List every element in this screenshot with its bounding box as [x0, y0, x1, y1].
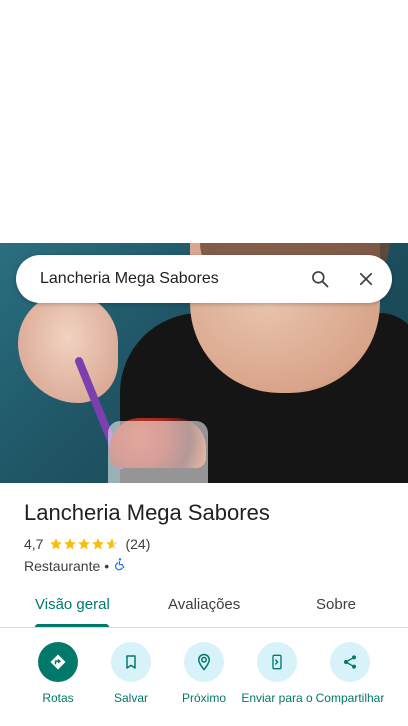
tab-overview[interactable]: Visão geral [35, 596, 110, 613]
tab-reviews[interactable]: Avaliações [168, 596, 240, 613]
star-rating [49, 537, 119, 551]
save-button[interactable]: Salvar [91, 642, 171, 705]
category-label: Restaurante [24, 557, 101, 574]
search-bar[interactable]: Lancheria Mega Sabores [16, 255, 392, 303]
star-icon [92, 538, 105, 550]
directions-icon [38, 642, 78, 682]
search-input[interactable]: Lancheria Mega Sabores [40, 270, 300, 288]
send-to-phone-icon [257, 642, 297, 682]
directions-label: Rotas [42, 691, 74, 705]
directions-button[interactable]: Rotas [18, 642, 98, 705]
nearby-icon [184, 642, 224, 682]
tab-bar: Visão geral Avaliações Sobre [0, 588, 408, 628]
review-count[interactable]: (24) [125, 536, 150, 552]
share-icon [330, 642, 370, 682]
close-icon[interactable] [346, 259, 386, 299]
star-icon [78, 538, 91, 550]
share-button[interactable]: Compartilhar [310, 642, 390, 705]
photo-cup [108, 421, 208, 483]
nearby-label: Próximo [181, 691, 226, 705]
rating-value: 4,7 [24, 536, 44, 552]
photo-hand [18, 293, 118, 403]
nearby-button[interactable]: Próximo [164, 642, 244, 705]
share-label: Compartilhar [315, 691, 385, 705]
send-to-phone-label: Enviar para o [241, 691, 313, 705]
category-row: Restaurante • [24, 557, 127, 574]
tab-indicator [35, 624, 109, 627]
star-icon [64, 538, 77, 550]
tab-about[interactable]: Sobre [316, 596, 356, 613]
wheelchair-icon [113, 557, 127, 574]
save-label: Salvar [113, 691, 148, 705]
search-icon[interactable] [300, 259, 340, 299]
action-bar: Rotas Salvar Próximo Enviar para o Compa… [0, 642, 408, 726]
send-to-phone-button[interactable]: Enviar para o [237, 642, 317, 705]
place-title: Lancheria Mega Sabores [24, 500, 270, 525]
bookmark-icon [111, 642, 151, 682]
blank-area [0, 0, 408, 243]
separator: • [104, 557, 110, 574]
rating-row[interactable]: 4,7 (24) [24, 536, 150, 552]
star-icon [50, 538, 63, 550]
star-half-icon [106, 538, 119, 550]
